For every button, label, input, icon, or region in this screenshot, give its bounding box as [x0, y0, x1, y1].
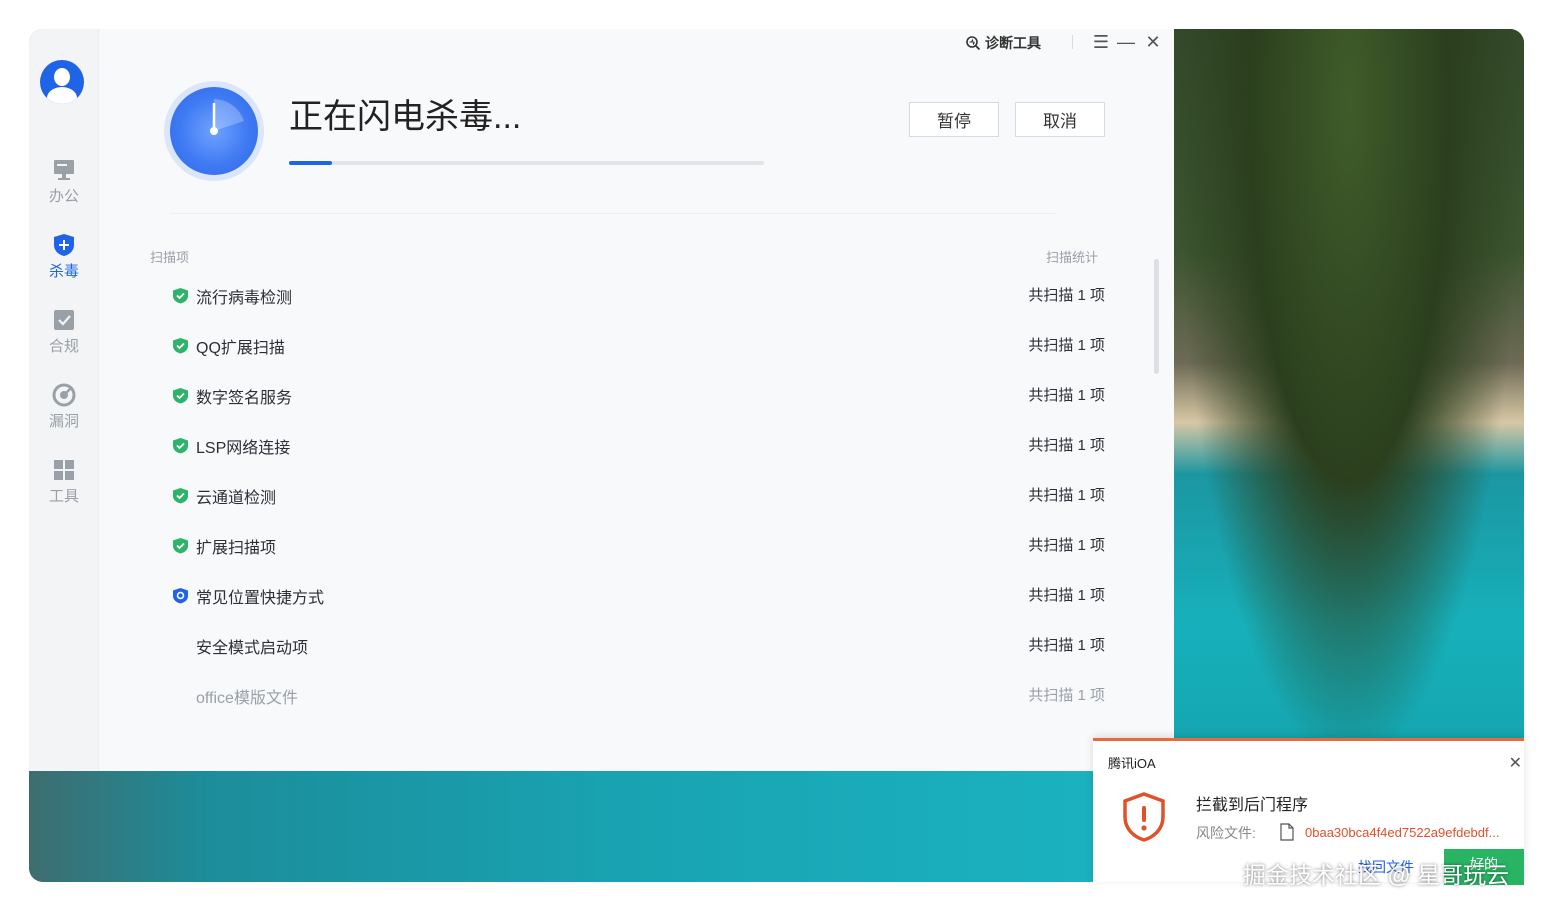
close-icon[interactable]: ✕	[1142, 31, 1164, 53]
scan-row: 数字签名服务 共扫描 1 项	[170, 382, 1105, 408]
shield-check-icon	[173, 438, 188, 454]
notification-brand: 腾讯iOA	[1108, 756, 1156, 771]
scan-row: office模版文件 共扫描 1 项	[170, 682, 1105, 708]
radar-icon	[52, 383, 76, 407]
scan-item-name: QQ扩展扫描	[196, 340, 285, 357]
scan-item-name: 扩展扫描项	[196, 540, 277, 557]
side-rail: 办公 杀毒 合规 漏洞 工具	[29, 29, 99, 771]
scan-item-name: 数字签名服务	[196, 390, 293, 407]
scan-radar-graphic	[170, 87, 258, 175]
scan-item-stat: 共扫描 1 项	[1028, 487, 1105, 504]
scan-item-name: 常见位置快捷方式	[196, 590, 325, 607]
scan-item-stat: 共扫描 1 项	[1028, 537, 1105, 554]
diagnose-label: 诊断工具	[985, 35, 1041, 51]
rail-item-label: 合规	[48, 338, 79, 355]
shield-check-icon	[173, 488, 188, 504]
shield-check-icon	[173, 538, 188, 554]
rail-item-tools[interactable]: 工具	[29, 457, 99, 517]
pause-button[interactable]: 暂停	[909, 102, 999, 137]
scan-item-stat: 共扫描 1 项	[1028, 287, 1105, 304]
scan-item-name: office模版文件	[196, 690, 298, 707]
shield-check-icon	[173, 388, 188, 404]
scan-item-stat: 共扫描 1 项	[1028, 637, 1105, 654]
shield-scanning-icon	[173, 588, 188, 604]
scan-progress-bar	[289, 161, 764, 165]
column-header-stats: 扫描统计	[1046, 250, 1099, 265]
scan-progress-fill	[289, 161, 332, 165]
rail-item-label: 工具	[48, 488, 79, 505]
shield-plus-icon	[54, 234, 74, 256]
scrollbar[interactable]	[1154, 259, 1159, 374]
diagnose-icon	[966, 36, 981, 51]
notification-headline: 拦截到后门程序	[1196, 797, 1309, 814]
scan-item-name: 安全模式启动项	[196, 640, 309, 657]
scan-item-stat: 共扫描 1 项	[1028, 387, 1105, 404]
file-icon	[1280, 823, 1294, 841]
scan-item-stat: 共扫描 1 项	[1028, 587, 1105, 604]
scan-item-stat: 共扫描 1 项	[1028, 437, 1105, 454]
scan-item-name: LSP网络连接	[196, 440, 291, 457]
rail-item-label: 杀毒	[48, 263, 79, 280]
antivirus-window: 办公 杀毒 合规 漏洞 工具 诊断工具 ☰ — ✕ 正在闪电杀毒... 暂停 取…	[29, 29, 1174, 771]
scan-row: 云通道检测 共扫描 1 项	[170, 482, 1105, 508]
scan-row: QQ扩展扫描 共扫描 1 项	[170, 332, 1105, 358]
scan-item-name: 云通道检测	[196, 490, 277, 507]
check-box-icon	[54, 310, 74, 330]
rail-item-office[interactable]: 办公	[29, 157, 99, 217]
minimize-icon[interactable]: —	[1115, 31, 1137, 53]
menu-icon[interactable]: ☰	[1090, 31, 1112, 53]
rail-item-label: 办公	[48, 188, 79, 205]
monitor-icon	[54, 160, 74, 180]
radar-sweep-icon	[210, 99, 244, 135]
risk-file-name[interactable]: 0baa30bca4f4ed7522a9efdebdf...	[1305, 825, 1520, 840]
rail-item-vulnerability[interactable]: 漏洞	[29, 382, 99, 442]
scan-row: LSP网络连接 共扫描 1 项	[170, 432, 1105, 458]
scan-row: 安全模式启动项 共扫描 1 项	[170, 632, 1105, 658]
warning-shield-icon	[1123, 792, 1165, 842]
grid-icon	[54, 460, 74, 480]
titlebar-separator	[1072, 35, 1073, 49]
risk-file-label: 风险文件:	[1196, 825, 1256, 841]
scan-row: 流行病毒检测 共扫描 1 项	[170, 282, 1105, 308]
diagnose-tool-button[interactable]: 诊断工具	[965, 33, 1041, 53]
scan-item-stat: 共扫描 1 项	[1028, 337, 1105, 354]
scan-row: 常见位置快捷方式 共扫描 1 项	[170, 582, 1105, 608]
source-watermark: 掘金技术社区 @ 星哥玩云	[1243, 862, 1510, 888]
shield-check-icon	[173, 288, 188, 304]
close-icon[interactable]: ✕	[1509, 753, 1522, 773]
cancel-button[interactable]: 取消	[1015, 102, 1105, 137]
scan-row: 扩展扫描项 共扫描 1 项	[170, 532, 1105, 558]
wallpaper-coast	[1174, 29, 1524, 771]
column-header-item: 扫描项	[150, 250, 190, 265]
scan-item-name: 流行病毒检测	[196, 290, 293, 307]
avatar[interactable]	[40, 60, 84, 104]
scan-item-stat: 共扫描 1 项	[1028, 687, 1105, 704]
rail-item-compliance[interactable]: 合规	[29, 307, 99, 367]
rail-item-label: 漏洞	[48, 413, 79, 430]
rail-item-antivirus[interactable]: 杀毒	[29, 232, 99, 292]
shield-check-icon	[173, 338, 188, 354]
page-title: 正在闪电杀毒...	[289, 98, 522, 136]
header-divider	[170, 213, 1055, 214]
